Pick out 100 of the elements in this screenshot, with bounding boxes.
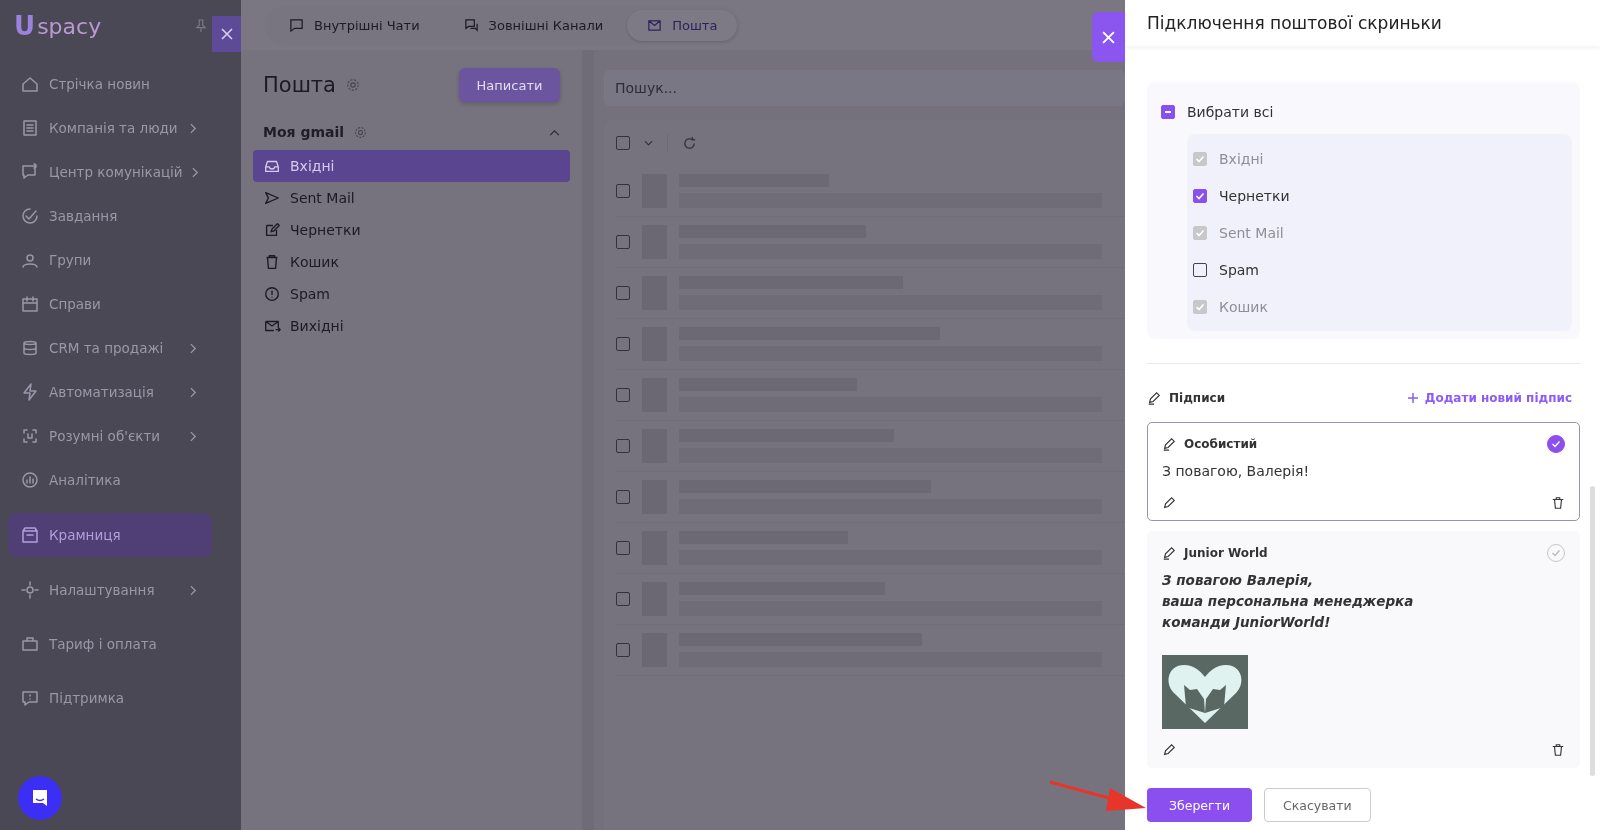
checkbox-label: Вибрати всі xyxy=(1187,104,1274,120)
page-title: Пошта xyxy=(263,73,336,97)
nav-item[interactable]: Завдання xyxy=(8,194,233,238)
logo-text: spacy xyxy=(37,13,102,39)
chevron-icon xyxy=(190,386,197,398)
account-name: Моя gmail xyxy=(263,124,345,140)
store-icon xyxy=(20,525,40,545)
row-checkbox[interactable] xyxy=(616,490,630,504)
chat-icon xyxy=(30,788,50,808)
nav-item[interactable]: Справи xyxy=(8,282,233,326)
lightning-icon xyxy=(20,382,40,402)
row-checkbox[interactable] xyxy=(616,439,630,453)
tab[interactable]: Внутрішні Чати xyxy=(269,9,440,41)
scrollbar-thumb[interactable] xyxy=(1590,486,1595,776)
row-checkbox[interactable] xyxy=(616,643,630,657)
alert-icon xyxy=(263,285,281,303)
select-all-checkbox[interactable] xyxy=(616,136,630,150)
close-button[interactable] xyxy=(212,16,241,52)
folder-item[interactable]: Spam xyxy=(253,278,570,310)
delete-icon[interactable] xyxy=(1551,496,1565,510)
folder-item[interactable]: Вихідні xyxy=(253,310,570,342)
drawer-title: Підключення поштової скриньки xyxy=(1147,13,1442,33)
nav-item[interactable]: Компанія та люди xyxy=(8,106,233,150)
close-icon xyxy=(220,28,233,40)
pin-icon[interactable] xyxy=(195,19,207,33)
check-icon xyxy=(1195,153,1205,164)
edit-icon[interactable] xyxy=(1162,496,1176,510)
folder-checkbox[interactable] xyxy=(1193,262,1207,277)
nav-item[interactable]: Стрічка новин xyxy=(8,62,233,106)
checkbox-label: Кошик xyxy=(1219,298,1268,315)
briefcase-icon xyxy=(20,634,40,654)
calendar-icon xyxy=(20,294,40,314)
plus-icon xyxy=(1406,392,1419,404)
nav-item[interactable]: Розумні об'єкти xyxy=(8,414,233,458)
folder-checkbox[interactable] xyxy=(1193,188,1207,203)
database-icon xyxy=(20,338,40,358)
folder-item[interactable]: Чернетки xyxy=(253,214,570,246)
tab[interactable]: Зовнішні Канали xyxy=(443,9,624,41)
nav-item[interactable]: Крамниця xyxy=(8,513,212,557)
nav-item[interactable]: Центр комунікацій xyxy=(8,150,233,194)
folder-item[interactable]: Sent Mail xyxy=(253,182,570,214)
folder-item[interactable]: Вхідні xyxy=(253,150,570,182)
folder-item[interactable]: Кошик xyxy=(253,246,570,278)
close-button[interactable] xyxy=(1092,12,1125,62)
signature-text: З повагою Валерія, ваша персональна менеджерка команди JuniorWorld! xyxy=(1162,571,1415,632)
row-checkbox[interactable] xyxy=(616,235,630,249)
document-icon xyxy=(20,118,40,138)
settings-icon[interactable] xyxy=(354,125,368,139)
chat-widget-button[interactable] xyxy=(18,776,62,820)
check-icon xyxy=(1195,190,1205,201)
frame-icon xyxy=(20,426,40,446)
search-field[interactable]: Пошук... xyxy=(604,70,1125,106)
nav-item[interactable]: Налаштування xyxy=(8,568,233,612)
logo-mark: U xyxy=(14,11,36,41)
signature-card[interactable]: Особистий З повагою, Валерія! xyxy=(1147,422,1580,521)
collapse-icon[interactable] xyxy=(549,128,560,136)
select-all-checkbox[interactable] xyxy=(1161,105,1175,119)
caret-icon[interactable] xyxy=(644,140,653,146)
action-button[interactable]: Скасувати xyxy=(1264,788,1371,822)
row-checkbox[interactable] xyxy=(616,592,630,606)
signature-name: Особистий xyxy=(1184,437,1258,451)
row-checkbox[interactable] xyxy=(616,286,630,300)
tab[interactable]: Пошта xyxy=(627,9,738,41)
refresh-icon[interactable] xyxy=(682,135,697,151)
edit-icon xyxy=(263,221,281,239)
chart-icon xyxy=(20,470,40,490)
signature-card[interactable]: Junior World З повагою Валерія, ваша персональна менеджерка команди JuniorWorld! xyxy=(1147,531,1580,768)
nav-item[interactable]: Тариф і оплата xyxy=(8,622,233,666)
checkbox-label: Spam xyxy=(1219,261,1259,278)
chevron-icon xyxy=(190,430,197,442)
row-checkbox[interactable] xyxy=(616,541,630,555)
nav-item[interactable]: Автоматизація xyxy=(8,370,233,414)
checkbox-label: Sent Mail xyxy=(1219,224,1284,241)
add-signature-link[interactable]: Додати новий підпис xyxy=(1406,391,1572,405)
row-checkbox[interactable] xyxy=(616,184,630,198)
nav-item[interactable]: Підтримка xyxy=(8,676,233,720)
nav-item[interactable]: Групи xyxy=(8,238,233,282)
close-icon xyxy=(1102,30,1115,44)
check-icon xyxy=(1195,227,1205,238)
chevron-icon xyxy=(190,122,197,134)
row-checkbox[interactable] xyxy=(616,337,630,351)
check-icon xyxy=(1195,301,1205,312)
nav-item[interactable]: Аналітика xyxy=(8,458,233,502)
edit-icon[interactable] xyxy=(1162,743,1176,757)
default-radio[interactable] xyxy=(1547,435,1565,453)
action-button[interactable]: Зберегти xyxy=(1147,788,1252,822)
row-checkbox[interactable] xyxy=(616,388,630,402)
compose-button[interactable]: Написати xyxy=(459,68,560,102)
check-icon xyxy=(1551,548,1561,558)
signature-name: Junior World xyxy=(1184,546,1268,560)
pen-icon xyxy=(1162,546,1176,560)
chat-icon xyxy=(20,162,40,182)
delete-icon[interactable] xyxy=(1551,743,1565,757)
pen-icon xyxy=(1162,437,1176,451)
chat-icon xyxy=(289,17,304,33)
section-title: Підписи xyxy=(1169,391,1226,405)
mail-icon xyxy=(647,17,663,33)
chats-icon xyxy=(463,17,479,33)
settings-icon[interactable] xyxy=(345,78,360,92)
nav-item[interactable]: CRM та продажі xyxy=(8,326,233,370)
